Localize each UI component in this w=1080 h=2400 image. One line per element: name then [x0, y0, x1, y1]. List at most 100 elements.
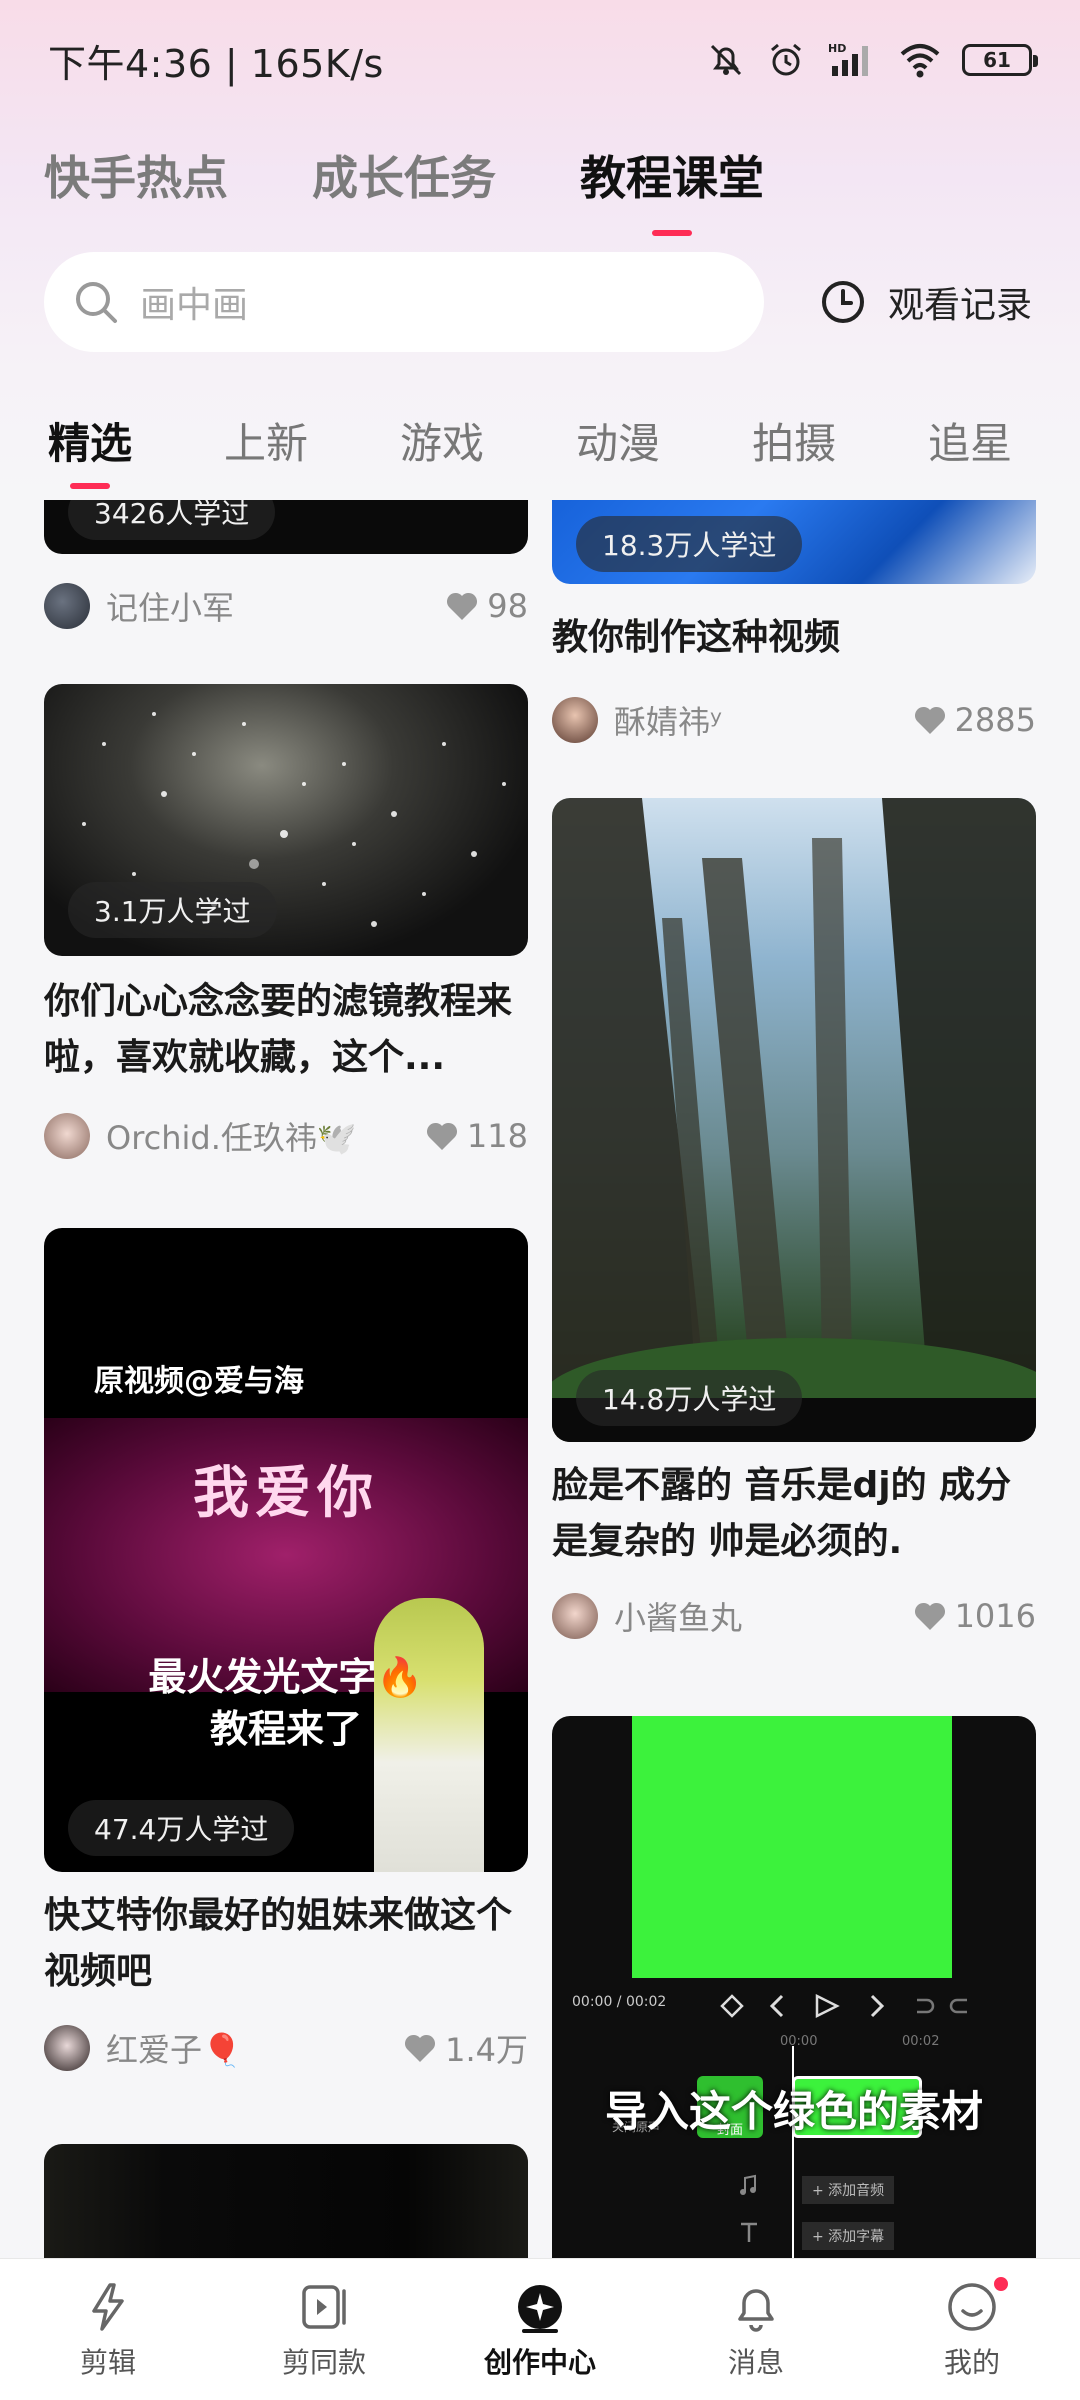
card-title: 教你制作这种视频 — [552, 617, 841, 658]
author-name: 记住小军 — [106, 589, 235, 627]
like-value: 118 — [466, 1117, 528, 1155]
card-title: 脸是不露的 音乐是dj的 成分是复杂的 帅是必须的. — [552, 1465, 1012, 1562]
main-tabs: 快手热点 成长任务 教程课堂 — [0, 120, 1080, 236]
learned-count: 18.3万人学过 — [576, 516, 803, 572]
tab-shooting[interactable]: 拍摄 — [752, 410, 836, 471]
add-caption-label: + 添加字幕 — [802, 2222, 895, 2250]
status-time: 下午4:36 | 165K/s — [48, 41, 384, 86]
like-value: 1016 — [954, 1597, 1036, 1635]
card-meta: 红爱子🎈 1.4万 — [44, 2024, 528, 2072]
tutorial-feed: 3426人学过 记住小军 98 18.3万人学过 教你制作这种视频 酥婧祎ʸ 2… — [0, 500, 1080, 2258]
author-name: 酥婧祎ʸ — [614, 703, 722, 741]
card-thumbnail: 3.1万人学过 — [44, 684, 528, 956]
card-meta: 酥婧祎ʸ 2885 — [552, 696, 1036, 744]
nav-creator-center-label: 创作中心 — [483, 2345, 596, 2379]
nav-edit-label: 剪辑 — [79, 2345, 136, 2379]
alarm-icon — [771, 43, 801, 76]
category-tabs: 精选 上新 游戏 动漫 拍摄 追星 — [0, 395, 1080, 489]
creator-center-icon — [518, 2284, 562, 2333]
heart-icon — [447, 592, 478, 620]
video-frame-icon — [302, 2284, 346, 2329]
avatar — [44, 583, 90, 629]
timeline-mark-end: 00:02 — [902, 2034, 940, 2049]
search-input[interactable]: 画中画 — [44, 252, 764, 352]
card-meta: 小酱鱼丸 1016 — [552, 1592, 1036, 1640]
lightning-icon — [92, 2282, 124, 2331]
avatar — [552, 697, 598, 743]
music-note-icon — [740, 2174, 756, 2195]
notification-dot — [992, 2274, 1010, 2293]
green-screen-clip — [632, 1716, 952, 1978]
learned-count: 14.8万人学过 — [576, 1370, 803, 1426]
forest-image — [552, 798, 1036, 1442]
like-value: 98 — [487, 587, 528, 625]
caption-line-2: 教程来了 — [209, 1707, 362, 1751]
avatar — [44, 2025, 90, 2071]
nav-profile[interactable]: 我的 — [872, 2274, 1072, 2381]
avatar — [552, 1593, 598, 1639]
nav-edit[interactable]: 剪辑 — [8, 2279, 208, 2381]
nav-messages-label: 消息 — [727, 2345, 784, 2379]
editor-controls — [720, 1993, 967, 2019]
text-icon — [741, 2222, 757, 2242]
tab-growth-tasks[interactable]: 成长任务 — [312, 142, 496, 208]
nav-creator-center[interactable]: 创作中心 — [440, 2279, 640, 2381]
nav-template-label: 剪同款 — [281, 2345, 366, 2379]
like-count[interactable]: 98 — [445, 587, 528, 625]
card-title: 快艾特你最好的姐妹来做这个视频吧 — [44, 1895, 513, 1992]
like-count[interactable]: 2885 — [913, 701, 1036, 739]
card-thumbnail: 14.8万人学过 — [552, 798, 1036, 1442]
like-value: 2885 — [954, 701, 1036, 739]
tab-new[interactable]: 上新 — [224, 410, 308, 471]
tab-idols[interactable]: 追星 — [928, 410, 1012, 471]
thumbnail-header: 原视频@爱与海 — [94, 1364, 304, 1399]
author-name: 小酱鱼丸 — [614, 1599, 743, 1637]
author-name: Orchid.任玖祎🕊️ — [106, 1119, 357, 1157]
thumbnail-caption: 导入这个绿色的素材 — [604, 2087, 983, 2136]
like-count[interactable]: 1016 — [913, 1597, 1036, 1635]
card-meta: Orchid.任玖祎🕊️ 118 — [44, 1112, 528, 1160]
learned-count: 3426人学过 — [68, 500, 276, 540]
avatar — [44, 1113, 90, 1159]
card-thumbnail — [44, 2144, 528, 2258]
search-placeholder: 画中画 — [140, 285, 249, 326]
card-title: 你们心心念念要的滤镜教程来啦，喜欢就收藏，这个... — [44, 981, 513, 1078]
signal-icon: HD — [828, 42, 868, 76]
like-count[interactable]: 118 — [425, 1117, 528, 1155]
like-value: 1.4万 — [445, 2031, 528, 2069]
nav-template[interactable]: 剪同款 — [224, 2279, 424, 2381]
tab-featured[interactable]: 精选 — [48, 410, 132, 489]
nav-profile-label: 我的 — [943, 2345, 1000, 2379]
timeline-mark-start: 00:00 — [780, 2034, 818, 2049]
like-count[interactable]: 1.4万 — [403, 2025, 528, 2071]
card-thumbnail: 00:00 / 00:02 00:00 00:02 封面 关闭原声 导入这个绿色… — [552, 1716, 1036, 2258]
learned-count: 3.1万人学过 — [68, 882, 277, 938]
card-meta: 记住小军 98 — [44, 582, 528, 630]
watch-history-label: 观看记录 — [888, 285, 1033, 326]
editor-time: 00:00 / 00:02 — [572, 1994, 667, 2010]
nav-messages[interactable]: 消息 — [656, 2279, 856, 2381]
tab-hot-topics[interactable]: 快手热点 — [44, 142, 228, 208]
bell-icon — [738, 2288, 774, 2332]
tab-tutorial-class[interactable]: 教程课堂 — [580, 142, 764, 236]
battery-level: 61 — [983, 48, 1011, 72]
status-bar: 下午4:36 | 165K/s HD 61 — [0, 0, 1080, 120]
card-thumbnail: 原视频@爱与海 我爱你 最火发光文字🔥 教程来了 47.4万人学过 — [44, 1228, 528, 1872]
heart-icon — [914, 706, 945, 734]
learned-count: 47.4万人学过 — [68, 1800, 295, 1856]
battery-icon: 61 — [962, 44, 1038, 76]
heart-icon — [914, 1602, 945, 1630]
mute-bell-icon — [710, 44, 742, 76]
glow-text-big: 我爱你 — [193, 1461, 379, 1526]
caption-line-1: 最火发光文字🔥 — [148, 1655, 424, 1699]
tab-games[interactable]: 游戏 — [400, 410, 484, 471]
watch-history-button[interactable]: 观看记录 — [820, 276, 1032, 328]
search-icon — [76, 282, 117, 323]
author-name: 红爱子🎈 — [106, 2031, 242, 2069]
status-icons: HD 61 — [706, 40, 1038, 80]
svg-text:HD: HD — [828, 42, 846, 55]
heart-icon — [426, 1122, 457, 1150]
bottom-nav: 剪辑 剪同款 创作中心 消息 我的 — [0, 2258, 1080, 2400]
heart-icon — [405, 2034, 436, 2062]
tab-anime[interactable]: 动漫 — [576, 410, 660, 471]
